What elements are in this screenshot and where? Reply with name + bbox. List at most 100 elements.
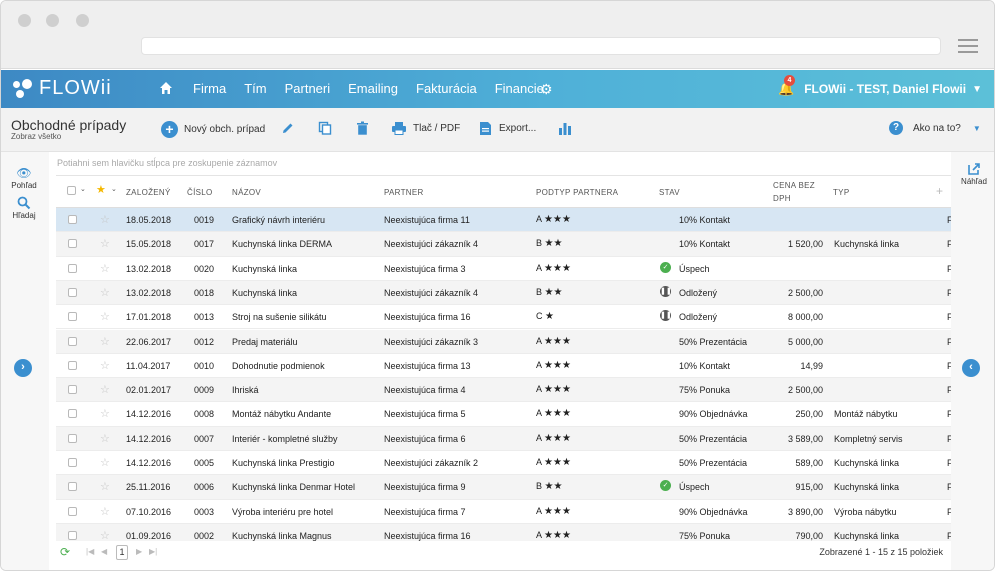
group-by-drop-zone[interactable]: Potiahni sem hlavičku stĺpca pre zoskupe… xyxy=(57,158,277,168)
statistics-button[interactable] xyxy=(558,121,572,135)
favorite-star-icon[interactable]: ☆ xyxy=(100,310,110,323)
favorite-star-icon[interactable]: ☆ xyxy=(100,432,110,445)
cell-name[interactable]: Dohodnutie podmienok xyxy=(232,361,325,371)
cell-partner[interactable]: Neexistujúca firma 7 xyxy=(384,507,466,517)
favorite-star-icon[interactable]: ☆ xyxy=(100,480,110,493)
table-row[interactable]: ☆ 02.01.2017 0009 Ihriská Neexistujúca firma… xyxy=(56,378,951,403)
select-all-checkbox[interactable] xyxy=(67,186,76,195)
filter-show-all-link[interactable]: Zobraz všetko xyxy=(11,132,61,141)
cell-partner[interactable]: Neexistujúci zákazník 4 xyxy=(384,288,478,298)
favorite-star-icon[interactable]: ☆ xyxy=(100,456,110,469)
cell-name[interactable]: Kuchynská linka Prestigio xyxy=(232,458,335,468)
table-row[interactable]: ☆ 15.05.2018 0017 Kuchynská linka DERMA Neex… xyxy=(56,232,951,257)
table-row[interactable]: ☆ 14.12.2016 0005 Kuchynská linka Prestigio… xyxy=(56,451,951,476)
row-checkbox[interactable] xyxy=(68,385,77,395)
next-page-icon[interactable]: ▶ xyxy=(136,547,142,556)
help-button[interactable]: ? Ako na to? ▼ xyxy=(889,121,981,135)
browser-menu-icon[interactable] xyxy=(958,39,978,53)
cell-partner[interactable]: Neexistujúci zákazník 4 xyxy=(384,239,478,249)
nav-item-tim[interactable]: Tím xyxy=(244,81,266,96)
row-checkbox[interactable] xyxy=(68,263,77,273)
favorite-column-chevron-icon[interactable]: ⌄ xyxy=(111,185,117,193)
expand-left-chevron-right-icon[interactable]: › xyxy=(14,359,32,377)
settings-gear-icon[interactable]: ⚙ xyxy=(540,81,553,98)
current-page-box[interactable]: 1 xyxy=(116,545,128,560)
favorite-star-icon[interactable]: ☆ xyxy=(100,286,110,299)
row-checkbox[interactable] xyxy=(68,530,77,540)
view-toggle-button[interactable]: 👁 Pohľad xyxy=(1,166,47,190)
cell-partner[interactable]: Neexistujúca firma 11 xyxy=(384,215,470,225)
table-row[interactable]: ☆ 01.09.2016 0002 Kuchynská linka Magnus Nee… xyxy=(56,523,951,541)
nav-item-partneri[interactable]: Partneri xyxy=(285,81,331,96)
delete-button[interactable] xyxy=(356,121,369,135)
favorite-star-icon[interactable]: ☆ xyxy=(100,505,110,518)
table-row[interactable]: ☆ 13.02.2018 0020 Kuchynská linka Neexistujú… xyxy=(56,257,951,281)
column-header-type[interactable]: TYP xyxy=(833,188,849,197)
cell-name[interactable]: Kuchynská linka Magnus xyxy=(232,531,332,541)
search-toggle-button[interactable]: Hľadaj xyxy=(1,196,47,220)
row-checkbox[interactable] xyxy=(68,360,77,370)
table-row[interactable]: ☆ 14.12.2016 0007 Interiér - kompletné služ… xyxy=(56,426,951,451)
row-checkbox[interactable] xyxy=(68,336,77,346)
cell-partner[interactable]: Neexistujúca firma 9 xyxy=(384,482,466,492)
new-deal-button[interactable]: + Nový obch. prípad xyxy=(161,121,265,138)
last-page-icon[interactable]: ▶| xyxy=(149,547,157,556)
row-checkbox[interactable] xyxy=(68,458,77,467)
column-header-price-line2[interactable]: DPH xyxy=(773,194,791,203)
cell-name[interactable]: Interiér - kompletné služby xyxy=(232,434,338,444)
column-header-status[interactable]: STAV xyxy=(659,188,680,197)
cell-partner[interactable]: Neexistujúca firma 6 xyxy=(384,434,466,444)
notification-bell-icon[interactable]: 🔔 4 xyxy=(778,75,795,97)
home-icon[interactable] xyxy=(159,81,173,95)
favorite-star-icon[interactable]: ☆ xyxy=(100,407,110,420)
cell-name[interactable]: Grafický návrh interiéru xyxy=(232,215,325,225)
table-row[interactable]: ☆ 11.04.2017 0010 Dohodnutie podmienok Neexi… xyxy=(56,354,951,379)
table-row[interactable]: ☆ 13.02.2018 0018 Kuchynská linka Neexistujú… xyxy=(56,280,951,306)
table-row[interactable]: ☆ 22.06.2017 0012 Predaj materiálu Neexistuj… xyxy=(56,329,951,354)
collapse-right-chevron-left-icon[interactable]: ‹ xyxy=(962,359,980,377)
column-header-created[interactable]: ZALOŽENÝ xyxy=(126,188,171,197)
cell-name[interactable]: Kuchynská linka xyxy=(232,264,297,274)
select-all-dropdown-chevron-icon[interactable]: ⌄ xyxy=(80,185,86,193)
first-page-icon[interactable]: |◀ xyxy=(86,547,94,556)
row-checkbox[interactable] xyxy=(68,433,77,443)
column-header-subtype[interactable]: PODTYP PARTNERA xyxy=(536,188,618,197)
favorite-star-icon[interactable]: ☆ xyxy=(100,335,110,348)
favorite-star-icon[interactable]: ☆ xyxy=(100,237,110,250)
favorite-column-star-icon[interactable]: ★ xyxy=(96,183,106,196)
cell-name[interactable]: Kuchynská linka xyxy=(232,288,297,298)
cell-partner[interactable]: Neexistujúca firma 3 xyxy=(384,264,466,274)
row-checkbox[interactable] xyxy=(68,239,77,249)
previous-page-icon[interactable]: ◀ xyxy=(101,547,107,556)
window-minimize-dot[interactable] xyxy=(46,14,59,27)
row-checkbox[interactable] xyxy=(68,409,77,419)
edit-button[interactable] xyxy=(281,121,295,135)
cell-partner[interactable]: Neexistujúca firma 13 xyxy=(384,361,471,371)
favorite-star-icon[interactable]: ☆ xyxy=(100,529,110,541)
preview-toggle-button[interactable]: Náhľad xyxy=(951,162,994,186)
favorite-star-icon[interactable]: ☆ xyxy=(100,359,110,372)
window-close-dot[interactable] xyxy=(18,14,31,27)
cell-partner[interactable]: Neexistujúci zákazník 3 xyxy=(384,337,478,347)
row-checkbox[interactable] xyxy=(68,287,77,297)
row-checkbox[interactable] xyxy=(68,312,77,322)
nav-item-financie[interactable]: Financie xyxy=(495,81,544,96)
cell-name[interactable]: Stroj na sušenie silikátu xyxy=(232,312,327,322)
app-logo[interactable]: FLOWii xyxy=(13,77,112,100)
cell-partner[interactable]: Neexistujúca firma 5 xyxy=(384,409,466,419)
nav-item-firma[interactable]: Firma xyxy=(193,81,226,96)
table-row[interactable]: ☆ 18.05.2018 0019 Grafický návrh interiéru N… xyxy=(56,208,951,233)
nav-item-fakturacia[interactable]: Fakturácia xyxy=(416,81,477,96)
window-maximize-dot[interactable] xyxy=(76,14,89,27)
cell-name[interactable]: Kuchynská linka Denmar Hotel xyxy=(232,482,355,492)
cell-name[interactable]: Ihriská xyxy=(232,385,259,395)
add-column-plus-icon[interactable]: + xyxy=(936,184,943,198)
favorite-star-icon[interactable]: ☆ xyxy=(100,262,110,275)
cell-name[interactable]: Predaj materiálu xyxy=(232,337,298,347)
cell-partner[interactable]: Neexistujúci zákazník 2 xyxy=(384,458,478,468)
address-bar[interactable] xyxy=(141,37,941,55)
row-checkbox[interactable] xyxy=(68,482,77,492)
column-header-price-line1[interactable]: CENA BEZ xyxy=(773,181,815,190)
row-checkbox[interactable] xyxy=(68,506,77,516)
nav-item-emailing[interactable]: Emailing xyxy=(348,81,398,96)
